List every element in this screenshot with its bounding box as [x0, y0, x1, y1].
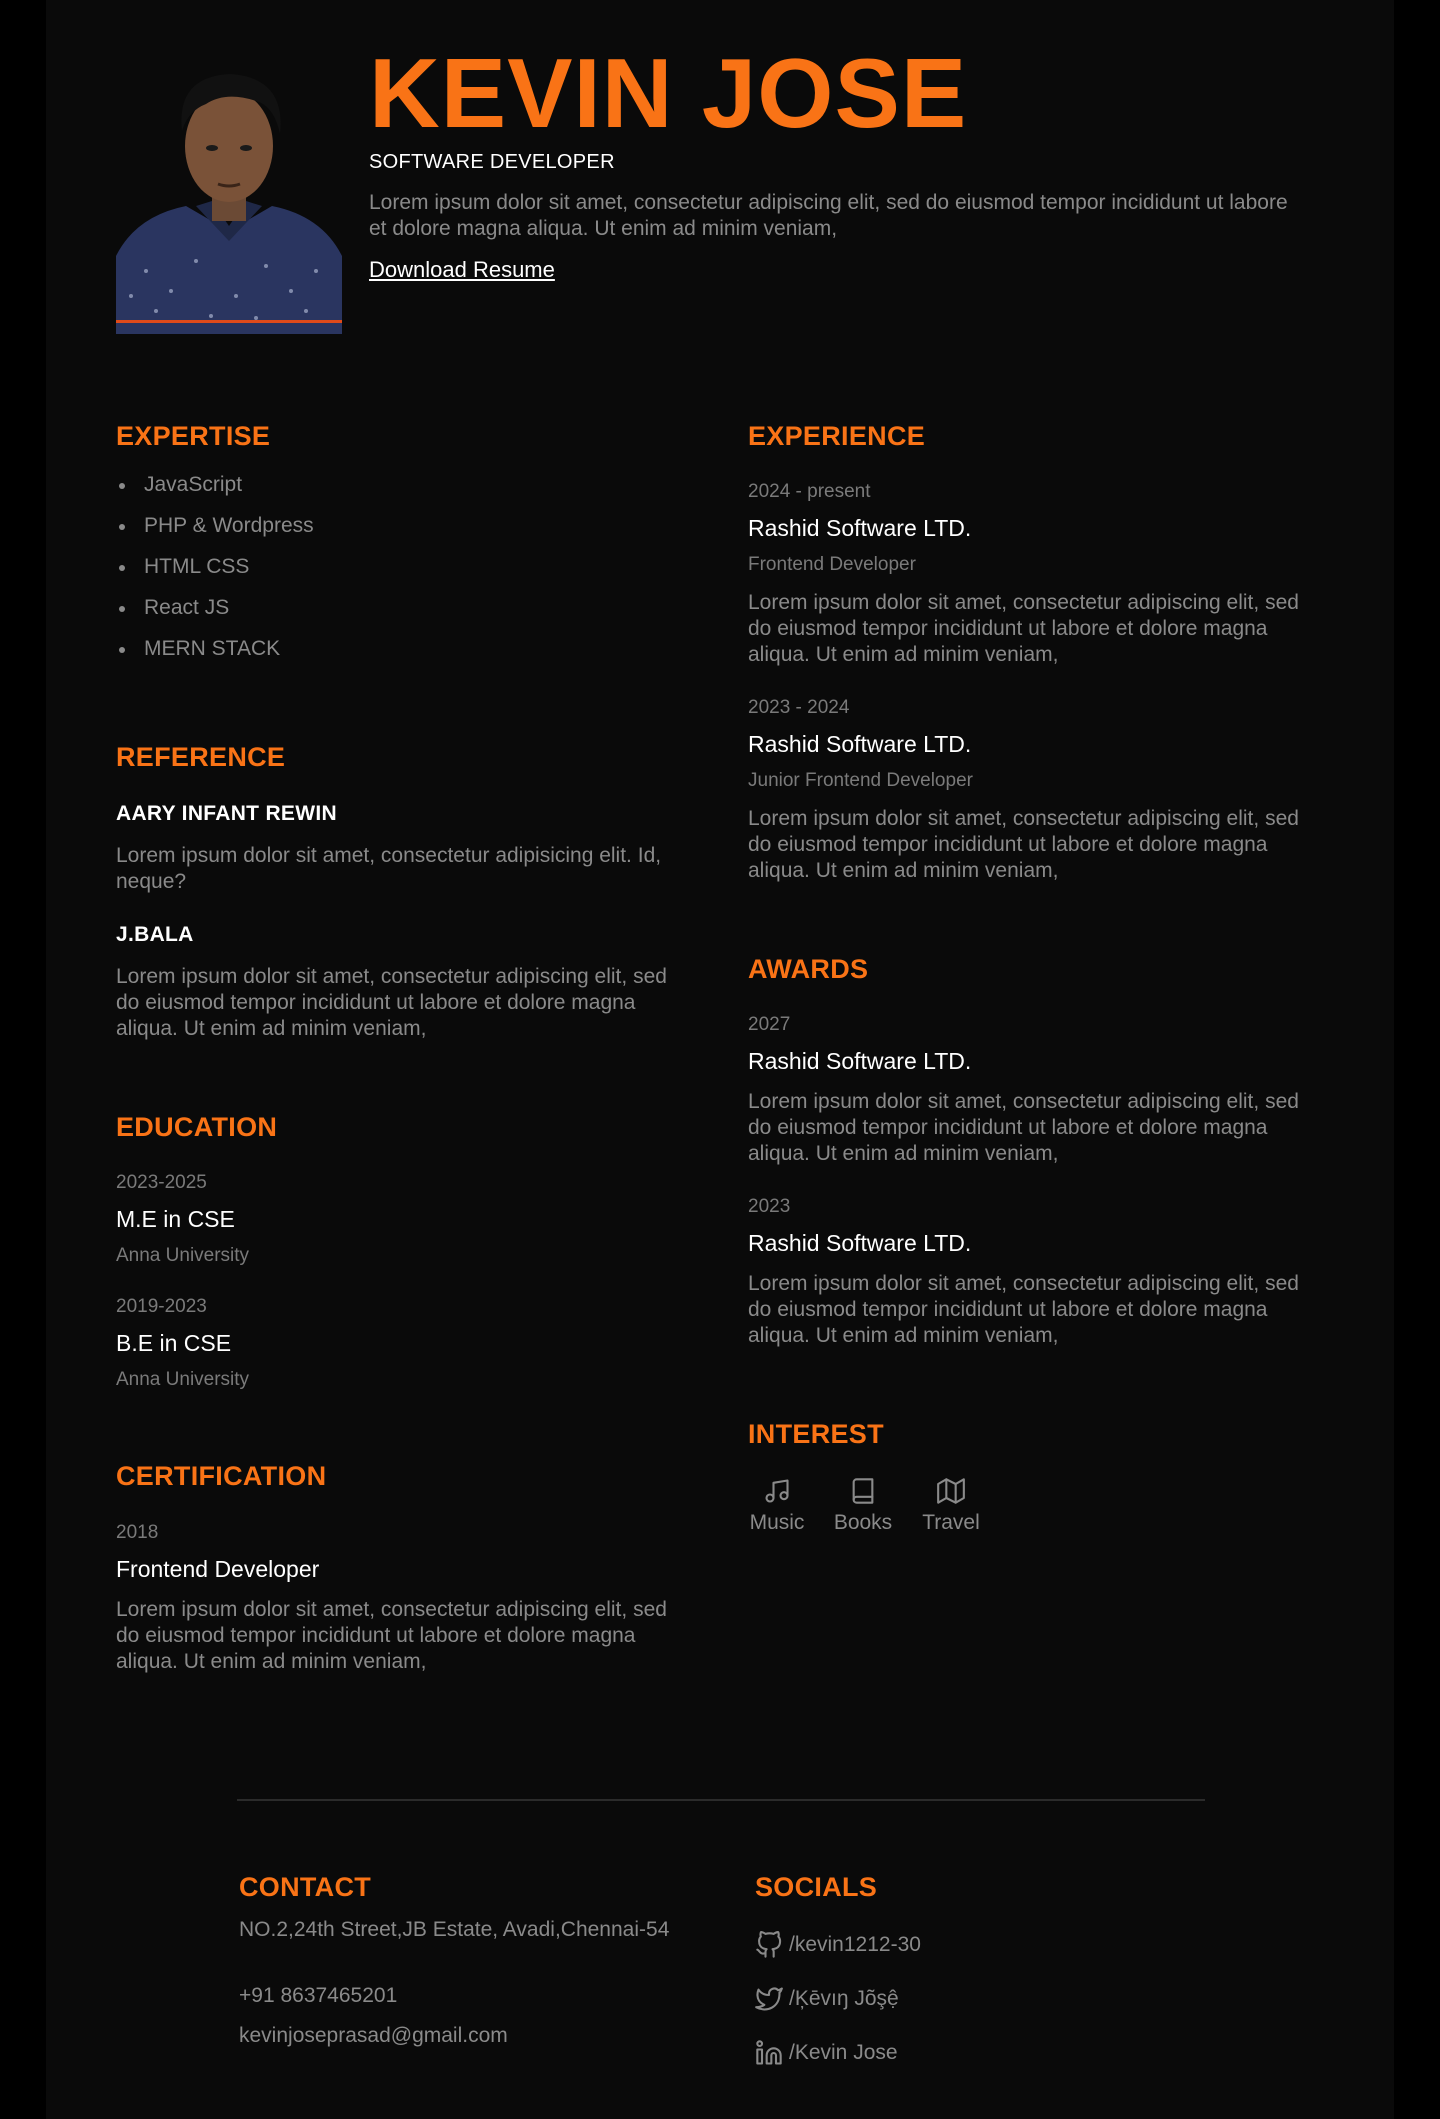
social-label: /kevin1212-30 — [789, 1933, 921, 1956]
twitter-icon — [755, 1987, 783, 2011]
social-linkedin-link[interactable]: /Kevin Jose — [755, 2039, 898, 2067]
reference-text: Lorem ipsum dolor sit amet, consectetur … — [116, 844, 662, 893]
expertise-list: JavaScript PHP & Wordpress HTML CSS Reac… — [116, 470, 314, 675]
contact-phone[interactable]: +91 8637465201 — [239, 1983, 397, 2009]
certification-name: Frontend Developer — [116, 1556, 320, 1582]
reference-name: J.BALA — [116, 923, 194, 946]
contact-email[interactable]: kevinjoseprasad@gmail.com — [239, 2023, 508, 2049]
experience-position: Junior Frontend Developer — [748, 770, 973, 791]
experience-title: EXPERIENCE — [748, 421, 926, 451]
award-text: Lorem ipsum dolor sit amet, consectetur … — [748, 1090, 1299, 1165]
education-title: EDUCATION — [116, 1112, 278, 1142]
certification-year: 2018 — [116, 1522, 159, 1543]
linkedin-icon — [756, 2040, 782, 2065]
experience-position: Frontend Developer — [748, 554, 916, 575]
intro-text: Lorem ipsum dolor sit amet, consectetur … — [369, 191, 1288, 240]
role-title: SOFTWARE DEVELOPER — [369, 151, 615, 173]
award-year: 2027 — [748, 1014, 791, 1035]
education-school: Anna University — [116, 1245, 250, 1266]
name-heading: KEVIN JOSE — [369, 38, 968, 148]
book-icon — [852, 1478, 874, 1504]
award-text: Lorem ipsum dolor sit amet, consectetur … — [748, 1272, 1299, 1347]
award-year: 2023 — [748, 1196, 791, 1217]
experience-text: Lorem ipsum dolor sit amet, consectetur … — [748, 591, 1299, 666]
education-degree: M.E in CSE — [116, 1206, 235, 1232]
social-github-link[interactable]: /kevin1212-30 — [755, 1931, 921, 1959]
list-item: PHP & Wordpress — [116, 511, 314, 552]
reference-name: AARY INFANT REWIN — [116, 802, 337, 825]
interest-travel: Travel — [920, 1477, 982, 1535]
contact-title: CONTACT — [239, 1872, 372, 1902]
interest-label: Travel — [922, 1511, 980, 1534]
education-school: Anna University — [116, 1369, 250, 1390]
experience-text: Lorem ipsum dolor sit amet, consectetur … — [748, 807, 1299, 882]
reference-title: REFERENCE — [116, 742, 286, 772]
interest-title: INTEREST — [748, 1419, 884, 1449]
education-years: 2019-2023 — [116, 1296, 207, 1317]
list-item: MERN STACK — [116, 634, 314, 675]
github-icon — [756, 1931, 782, 1958]
experience-company: Rashid Software LTD. — [748, 515, 972, 541]
list-item: React JS — [116, 593, 314, 634]
award-company: Rashid Software LTD. — [748, 1230, 972, 1256]
interest-music: Music — [748, 1477, 806, 1535]
list-item: JavaScript — [116, 470, 314, 511]
certification-title: CERTIFICATION — [116, 1461, 327, 1491]
social-label: /Ķēvıŋ Jõşệ — [789, 1987, 899, 2010]
download-resume-link[interactable]: Download Resume — [369, 257, 555, 283]
experience-period: 2024 - present — [748, 481, 871, 502]
map-icon — [937, 1478, 965, 1504]
footer-divider — [237, 1799, 1205, 1801]
education-degree: B.E in CSE — [116, 1330, 232, 1356]
interest-label: Music — [749, 1511, 805, 1534]
profile-photo — [116, 56, 342, 334]
interest-label: Books — [833, 1511, 893, 1534]
list-item: HTML CSS — [116, 552, 314, 593]
awards-title: AWARDS — [748, 954, 869, 984]
certification-text: Lorem ipsum dolor sit amet, consectetur … — [116, 1598, 667, 1673]
expertise-title: EXPERTISE — [116, 421, 271, 451]
education-years: 2023-2025 — [116, 1172, 207, 1193]
social-twitter-link[interactable]: /Ķēvıŋ Jõşệ — [755, 1985, 899, 2013]
social-label: /Kevin Jose — [789, 2041, 898, 2064]
music-note-icon — [765, 1479, 789, 1503]
award-company: Rashid Software LTD. — [748, 1048, 972, 1074]
contact-address: NO.2,24th Street,JB Estate, Avadi,Chenna… — [239, 1918, 670, 1941]
experience-company: Rashid Software LTD. — [748, 731, 972, 757]
interest-books: Books — [832, 1477, 894, 1535]
reference-text: Lorem ipsum dolor sit amet, consectetur … — [116, 965, 667, 1040]
socials-title: SOCIALS — [755, 1872, 878, 1902]
experience-period: 2023 - 2024 — [748, 697, 850, 718]
